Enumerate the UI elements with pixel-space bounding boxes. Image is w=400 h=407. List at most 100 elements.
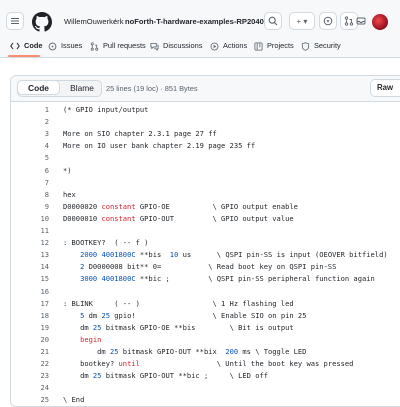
line-number[interactable]: 13 bbox=[11, 250, 49, 259]
repo-tabs: Code Issues Pull requests Discussions Ac… bbox=[0, 37, 400, 57]
raw-button[interactable]: Raw bbox=[370, 79, 400, 97]
line-number[interactable]: 15 bbox=[11, 274, 49, 283]
code-token: us \ QSPI pin-SS is input (OEOVER bitfie… bbox=[178, 250, 388, 260]
tab-pull-requests[interactable]: Pull requests bbox=[90, 39, 146, 53]
code-line: D0000020 constant GPIO-OE \ GPIO output … bbox=[63, 202, 298, 211]
tab-label: Security bbox=[314, 41, 341, 50]
tab-label: Discussions bbox=[163, 41, 203, 50]
file-toolbar: Code Blame 25 lines (19 loc) · 851 Bytes… bbox=[11, 76, 400, 102]
code-token: GPIO-OE \ GPIO output enable bbox=[135, 201, 298, 211]
code-line: : BOOTKEY? ( -- f ) bbox=[63, 238, 148, 247]
line-number[interactable]: 19 bbox=[11, 323, 49, 332]
line-number[interactable]: 21 bbox=[11, 347, 49, 356]
create-new-button[interactable]: + ▾ bbox=[289, 12, 315, 30]
code-line: : BLINK ( -- ) \ 1 Hz flashing led bbox=[63, 299, 294, 308]
tab-discussions[interactable]: Discussions bbox=[150, 39, 202, 53]
line-number[interactable]: 3 bbox=[11, 129, 49, 138]
pull-request-icon bbox=[90, 41, 99, 51]
breadcrumb-repo[interactable]: noForth-T-hardware-examples-RP2040 bbox=[125, 17, 264, 27]
inbox-button[interactable] bbox=[353, 12, 368, 30]
code-token: D0000010 bbox=[63, 213, 102, 223]
tab-label: Issues bbox=[61, 41, 83, 50]
line-number[interactable]: 9 bbox=[11, 202, 49, 211]
code-token-red: constant bbox=[101, 201, 136, 211]
line-number[interactable]: 23 bbox=[11, 371, 49, 380]
code-line: 5 dm 25 gpio! \ Enable SIO on pin 25 bbox=[63, 311, 306, 320]
line-number[interactable]: 24 bbox=[11, 383, 49, 392]
github-logo-icon[interactable] bbox=[32, 12, 52, 32]
code-token: More on IO user bank chapter 2.19 page 2… bbox=[63, 141, 256, 151]
line-number[interactable]: 14 bbox=[11, 262, 49, 271]
code-token: : BLINK ( -- ) \ 1 Hz flashing led bbox=[63, 298, 294, 308]
code-token: bitmask GPIO-OUT **bix bbox=[118, 347, 226, 356]
code-token-blue: 3000 4001800C bbox=[80, 274, 136, 284]
code-token: bitmask GPIO-OE **bis \ Bit is output bbox=[101, 322, 294, 332]
code-token: hex bbox=[63, 189, 76, 199]
line-number[interactable]: 18 bbox=[11, 311, 49, 320]
issue-icon bbox=[48, 42, 57, 50]
line-number[interactable]: 7 bbox=[11, 178, 49, 187]
code-token: gpio! \ Enable SIO on pin 25 bbox=[110, 310, 307, 320]
line-number[interactable]: 1 bbox=[11, 105, 49, 114]
code-token-red: until bbox=[118, 359, 140, 369]
line-number[interactable]: 20 bbox=[11, 335, 49, 344]
tab-issues[interactable]: Issues bbox=[48, 39, 82, 53]
code-line: 2 D0000008 bit** 0= \ Read boot key on Q… bbox=[63, 262, 336, 271]
code-token: (* GPIO input/output bbox=[63, 105, 149, 114]
tab-actions[interactable]: Actions bbox=[210, 39, 247, 53]
view-toggle: Code Blame bbox=[17, 80, 102, 97]
code-token: dm bbox=[84, 310, 102, 320]
code-line: hex bbox=[63, 190, 76, 199]
code-token: dm bbox=[63, 322, 93, 332]
shield-icon bbox=[301, 41, 310, 51]
line-number[interactable]: 16 bbox=[11, 287, 49, 296]
code-token: bootkey? bbox=[63, 359, 119, 369]
file-meta: 25 lines (19 loc) · 851 Bytes bbox=[106, 84, 198, 93]
code-token-red: begin bbox=[80, 334, 102, 344]
line-number[interactable]: 12 bbox=[11, 238, 49, 247]
search-icon bbox=[268, 16, 278, 26]
line-number[interactable]: 6 bbox=[11, 166, 49, 175]
line-number[interactable]: 4 bbox=[11, 141, 49, 150]
code-token: dm bbox=[63, 347, 110, 356]
code-view-button[interactable]: Code bbox=[17, 80, 60, 95]
plus-dropdown-label: + ▾ bbox=[296, 16, 308, 26]
code-line: dm 25 bitmask GPIO-OE **bis \ Bit is out… bbox=[63, 323, 294, 332]
code-token: : BOOTKEY? ( -- f ) bbox=[63, 238, 149, 248]
code-line: *) bbox=[63, 166, 72, 175]
hamburger-icon bbox=[11, 17, 19, 25]
tab-security[interactable]: Security bbox=[301, 39, 341, 53]
tab-code[interactable]: Code bbox=[10, 39, 42, 53]
code-line: More on SIO chapter 2.3.1 page 27 ff bbox=[63, 129, 217, 138]
code-token: bitmask GPIO-OUT **bic ; \ LED off bbox=[101, 371, 269, 381]
search-button[interactable] bbox=[264, 12, 282, 30]
line-number[interactable]: 11 bbox=[11, 226, 49, 235]
line-number[interactable]: 5 bbox=[11, 153, 49, 162]
breadcrumb-separator: / bbox=[114, 17, 117, 26]
line-number[interactable]: 10 bbox=[11, 214, 49, 223]
actions-icon bbox=[210, 42, 219, 50]
code-token-blue: 25 bbox=[109, 347, 119, 356]
line-number[interactable]: 17 bbox=[11, 299, 49, 308]
line-number[interactable]: 8 bbox=[11, 190, 49, 199]
issue-circle-icon bbox=[323, 16, 333, 26]
code-token: \ Until the boot key was pressed bbox=[139, 359, 354, 369]
blame-view-button[interactable]: Blame bbox=[62, 81, 102, 96]
line-number[interactable]: 22 bbox=[11, 359, 49, 368]
line-number[interactable]: 2 bbox=[11, 117, 49, 126]
code-line: dm 25 bitmask GPIO-OUT **bic ; \ LED off bbox=[63, 371, 268, 380]
avatar[interactable] bbox=[372, 14, 388, 30]
tab-projects[interactable]: Projects bbox=[254, 39, 294, 53]
menu-button[interactable] bbox=[6, 12, 24, 30]
code-token: ms \ Toggle LED bbox=[238, 347, 307, 356]
issues-button[interactable] bbox=[319, 12, 337, 30]
code-line: More on IO user bank chapter 2.19 page 2… bbox=[63, 141, 255, 150]
code-token: **bis bbox=[135, 250, 170, 260]
code-line: begin bbox=[63, 335, 101, 344]
code-token: D0000020 bbox=[63, 201, 102, 211]
file-viewer: Code Blame 25 lines (19 loc) · 851 Bytes… bbox=[10, 75, 400, 407]
code-token-blue: 2000 4001800C bbox=[80, 250, 136, 260]
code-icon bbox=[10, 42, 20, 50]
